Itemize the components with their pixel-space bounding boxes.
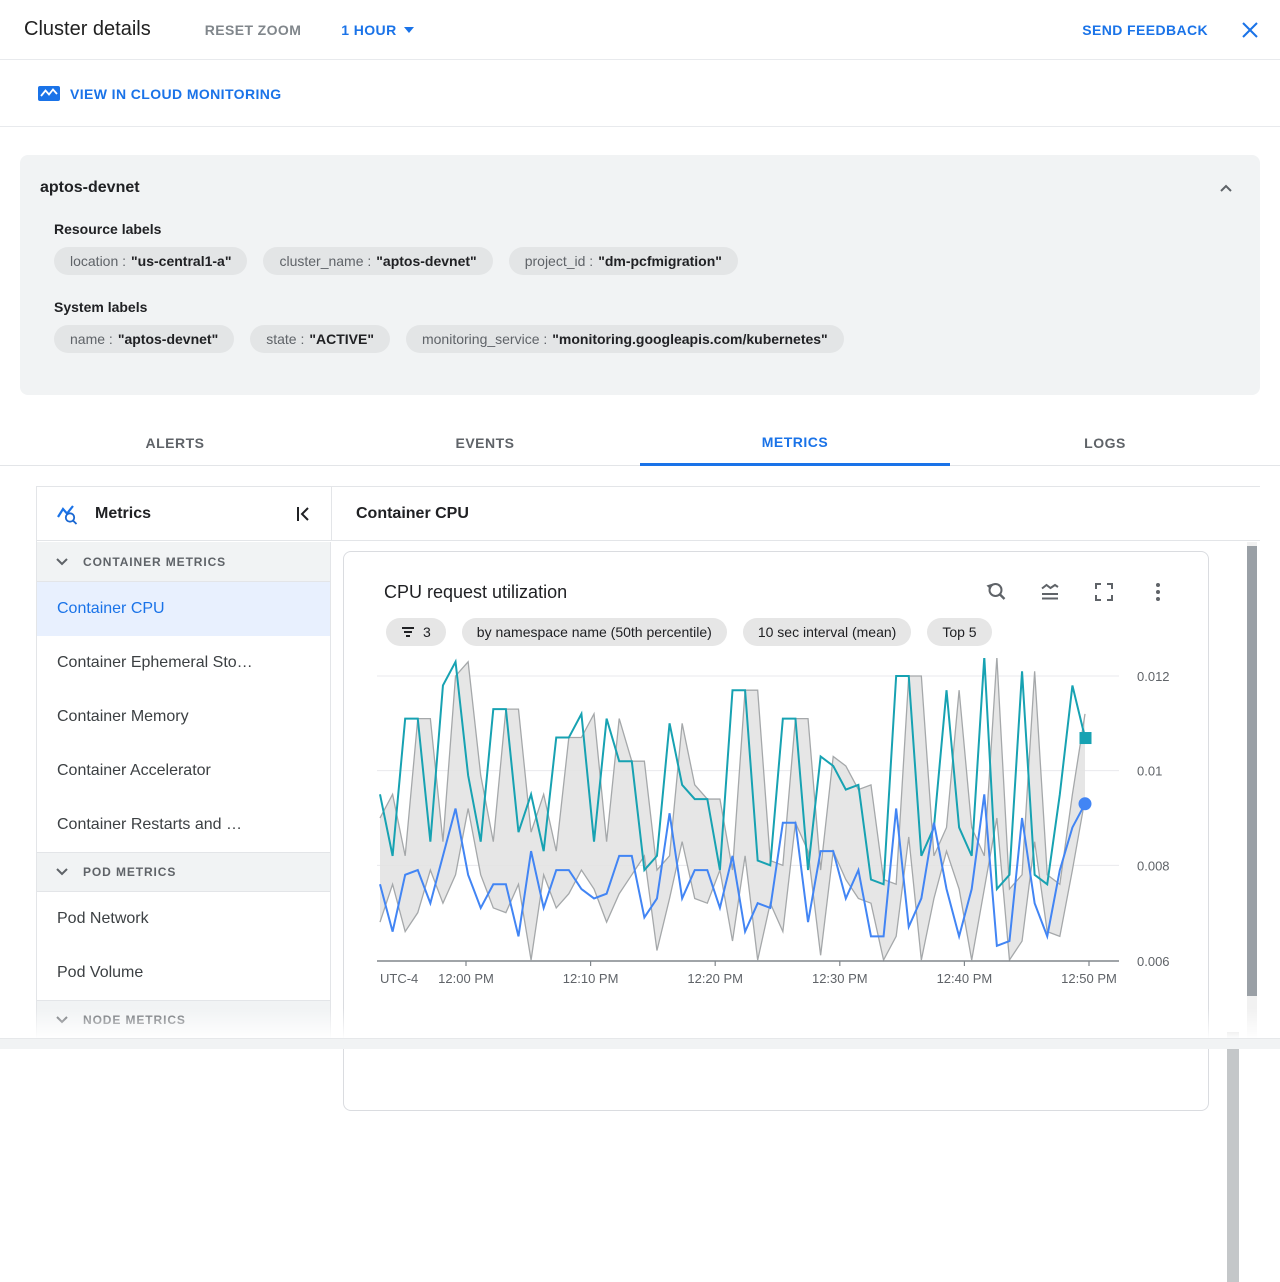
resource-label-chip: cluster_name : "aptos-devnet" xyxy=(263,247,493,275)
close-icon[interactable] xyxy=(1238,18,1262,42)
sidebar-header: Metrics xyxy=(37,487,331,540)
reset-zoom-button[interactable]: RESET ZOOM xyxy=(205,22,302,38)
chip-key: location : xyxy=(70,253,127,269)
monitoring-chart-icon xyxy=(38,86,60,101)
main-panel-title: Container CPU xyxy=(331,487,1260,540)
sidebar-item-container-memory[interactable]: Container Memory xyxy=(37,690,330,744)
resource-labels-row: location : "us-central1-a" cluster_name … xyxy=(54,247,1240,275)
filter-count-chip[interactable]: 3 xyxy=(386,618,446,646)
top5-chip[interactable]: Top 5 xyxy=(927,618,992,646)
metrics-panel: Metrics Container CPU CONTAINER METRICS … xyxy=(36,486,1260,1282)
interval-chip[interactable]: 10 sec interval (mean) xyxy=(742,618,912,646)
chart-title: CPU request utilization xyxy=(384,581,568,602)
sidebar-title: Metrics xyxy=(95,504,152,522)
view-in-cloud-monitoring-link[interactable]: VIEW IN CLOUD MONITORING xyxy=(70,86,282,102)
time-range-label: 1 HOUR xyxy=(341,21,397,38)
chevron-down-icon xyxy=(56,1016,68,1024)
time-range-dropdown[interactable]: 1 HOUR xyxy=(341,21,414,38)
chevron-down-icon xyxy=(403,26,414,33)
resource-label-chip: location : "us-central1-a" xyxy=(54,247,248,275)
chart-toolbar xyxy=(984,580,1170,604)
section-label: CONTAINER METRICS xyxy=(83,554,227,569)
chip-value: "us-central1-a" xyxy=(131,253,232,269)
cpu-utilization-chart[interactable]: 12:00 PM 12:10 PM 12:20 PM 12:30 PM 12:40 PM… xyxy=(344,658,1208,992)
sidebar-item-container-accelerator[interactable]: Container Accelerator xyxy=(37,744,330,798)
chip-key: cluster_name : xyxy=(279,253,372,269)
sidebar-scrollbar-thumb[interactable] xyxy=(1247,546,1257,996)
metrics-sidebar: CONTAINER METRICS Container CPU Containe… xyxy=(37,542,331,1038)
chart-filter-chips: 3 by namespace name (50th percentile) 10… xyxy=(386,618,1208,646)
tab-alerts[interactable]: ALERTS xyxy=(20,420,330,466)
svg-text:UTC-4: UTC-4 xyxy=(380,971,418,986)
metrics-chart-icon xyxy=(57,504,78,525)
sidebar-item-container-ephemeral-storage[interactable]: Container Ephemeral Sto… xyxy=(37,636,330,690)
collapse-sidebar-icon[interactable] xyxy=(291,502,315,526)
tabs-bar: ALERTS EVENTS METRICS LOGS xyxy=(0,420,1280,466)
filter-icon xyxy=(402,627,414,637)
chip-value: "dm-pcfmigration" xyxy=(598,253,722,269)
main-scrollbar-thumb[interactable] xyxy=(1227,1032,1239,1282)
monitoring-bar: VIEW IN CLOUD MONITORING xyxy=(0,61,1280,127)
chip-value: "ACTIVE" xyxy=(309,331,374,347)
svg-text:12:20 PM: 12:20 PM xyxy=(687,971,743,986)
svg-text:0.01: 0.01 xyxy=(1137,764,1162,779)
section-label: NODE METRICS xyxy=(83,1013,186,1027)
page-title: Cluster details xyxy=(24,18,151,40)
sidebar-item-pod-volume[interactable]: Pod Volume xyxy=(37,946,330,1000)
chip-key: project_id : xyxy=(524,253,594,269)
fullscreen-icon[interactable] xyxy=(1092,580,1116,604)
cluster-name: aptos-devnet xyxy=(40,179,140,196)
chip-value: "aptos-devnet" xyxy=(117,331,219,347)
tab-logs[interactable]: LOGS xyxy=(950,420,1260,466)
tab-metrics[interactable]: METRICS xyxy=(640,420,950,466)
svg-text:12:40 PM: 12:40 PM xyxy=(937,971,993,986)
chip-key: name : xyxy=(70,331,113,347)
svg-text:0.008: 0.008 xyxy=(1137,858,1170,873)
filter-count: 3 xyxy=(423,624,431,640)
sidebar-scrollbar-track[interactable] xyxy=(1247,542,1257,1038)
collapse-card-chevron-up-icon[interactable] xyxy=(1214,177,1238,201)
svg-text:12:10 PM: 12:10 PM xyxy=(563,971,619,986)
svg-text:12:50 PM: 12:50 PM xyxy=(1061,971,1117,986)
resource-labels-title: Resource labels xyxy=(54,221,162,237)
svg-text:12:00 PM: 12:00 PM xyxy=(438,971,494,986)
panel-header: Metrics Container CPU xyxy=(37,487,1260,541)
svg-text:0.006: 0.006 xyxy=(1137,954,1170,969)
system-label-chip: state : "ACTIVE" xyxy=(250,325,390,353)
sidebar-item-container-cpu[interactable]: Container CPU xyxy=(37,582,330,636)
chart-type-area-icon[interactable] xyxy=(1038,580,1062,604)
tab-events[interactable]: EVENTS xyxy=(330,420,640,466)
chip-value: "monitoring.googleapis.com/kubernetes" xyxy=(552,331,828,347)
system-label-chip: monitoring_service : "monitoring.googlea… xyxy=(405,325,844,353)
groupby-chip[interactable]: by namespace name (50th percentile) xyxy=(461,618,727,646)
bottom-bar xyxy=(0,1038,1280,1049)
more-vertical-icon[interactable] xyxy=(1146,580,1170,604)
zoom-reset-icon[interactable] xyxy=(984,580,1008,604)
svg-text:12:30 PM: 12:30 PM xyxy=(812,971,868,986)
system-labels-title: System labels xyxy=(54,299,148,315)
send-feedback-button[interactable]: SEND FEEDBACK xyxy=(1082,22,1208,38)
chip-key: state : xyxy=(266,331,305,347)
system-label-chip: name : "aptos-devnet" xyxy=(54,325,235,353)
cluster-info-card: aptos-devnet Resource labels location : … xyxy=(20,155,1260,395)
cpu-chart-card: CPU request utilization 3 by namespace n… xyxy=(343,551,1209,1111)
sidebar-item-container-restarts[interactable]: Container Restarts and … xyxy=(37,798,330,852)
system-labels-row: name : "aptos-devnet" state : "ACTIVE" m… xyxy=(54,325,1240,353)
resource-label-chip: project_id : "dm-pcfmigration" xyxy=(508,247,738,275)
chevron-down-icon xyxy=(56,868,68,876)
section-container-metrics[interactable]: CONTAINER METRICS xyxy=(37,542,330,582)
section-node-metrics[interactable]: NODE METRICS xyxy=(37,1000,330,1038)
section-label: POD METRICS xyxy=(83,865,177,879)
top-header: Cluster details RESET ZOOM 1 HOUR SEND F… xyxy=(0,0,1280,60)
chip-key: monitoring_service : xyxy=(421,331,548,347)
chevron-down-icon xyxy=(56,557,68,565)
section-pod-metrics[interactable]: POD METRICS xyxy=(37,852,330,892)
sidebar-item-pod-network[interactable]: Pod Network xyxy=(37,892,330,946)
svg-text:0.012: 0.012 xyxy=(1137,669,1170,684)
chip-value: "aptos-devnet" xyxy=(376,253,477,269)
